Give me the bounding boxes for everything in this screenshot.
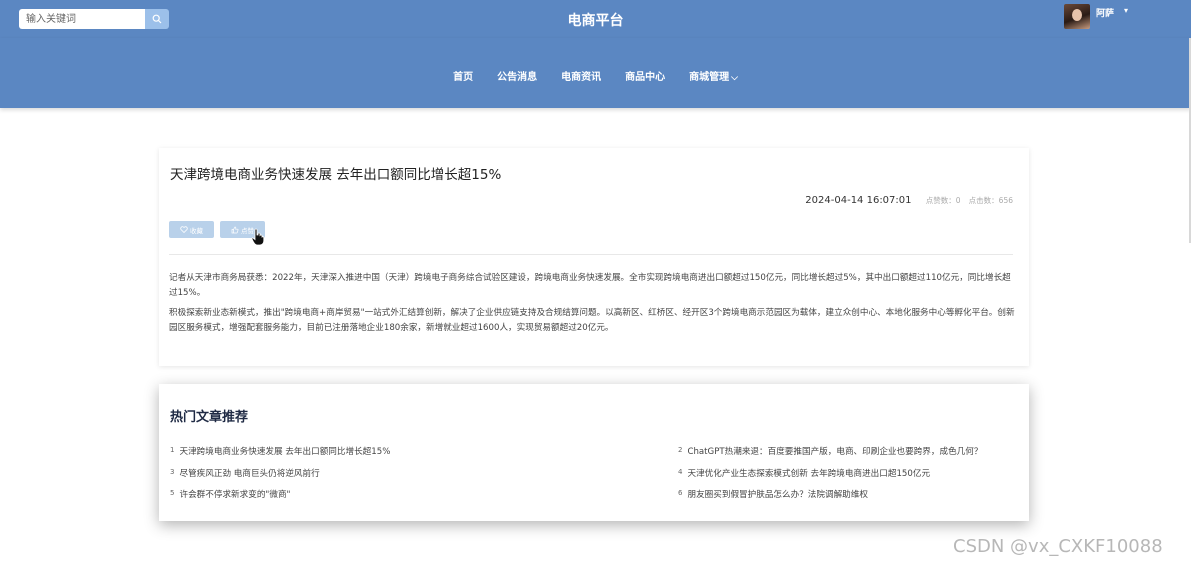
hot-article-text: 许会群不停求新求变的"微商" xyxy=(179,490,291,500)
article-paragraph: 积极探索新业态新模式，推出"跨境电商+商岸贸易"一站式外汇结算创新，解决了企业供… xyxy=(169,308,1015,333)
main-nav: 首页 公告消息 电商资讯 商品中心 商城管理 ⌵ xyxy=(0,38,1191,108)
hot-article-link[interactable]: 5 许会群不停求新求变的"微商" xyxy=(170,488,291,500)
hot-article-link[interactable]: 2 ChatGPT热潮来退：百度要推国产版，电商、印刷企业也要跨界，成色几何？ xyxy=(678,445,982,457)
divider xyxy=(169,254,1013,255)
user-name[interactable]: 阿萨 xyxy=(1096,6,1114,19)
article-title: 天津跨境电商业务快速发展 去年出口额同比增长超15% xyxy=(170,167,502,183)
hot-article-link[interactable]: 6 朋友圈买到假冒护肤品怎么办？法院调解助维权 xyxy=(678,488,868,500)
clicks-count: 点击数：656 xyxy=(968,196,1013,205)
nav-item-mall-admin[interactable]: 商城管理 ⌵ xyxy=(689,68,738,83)
list-number: 6 xyxy=(678,489,683,497)
article-meta: 2024-04-14 16:07:01 点赞数：0 点击数：656 xyxy=(805,195,1013,206)
thumbs-up-icon xyxy=(231,226,239,233)
hot-article-link[interactable]: 1 天津跨境电商业务快速发展 去年出口额同比增长超15% xyxy=(170,445,390,457)
nav-item-announcements[interactable]: 公告消息 xyxy=(497,68,537,83)
watermark: CSDN @vx_CXKF10088 xyxy=(953,536,1163,557)
hot-article-text: 朋友圈买到假冒护肤品怎么办？法院调解助维权 xyxy=(687,490,868,500)
article-body: 记者从天津市商务局获悉：2022年，天津深入推进中国（天津）跨境电子商务综合试验… xyxy=(169,271,1019,341)
likes-count: 点赞数：0 xyxy=(925,196,961,205)
hot-article-text: 天津优化产业生态探索模式创新 去年跨境电商进出口超150亿元 xyxy=(687,469,931,479)
hand-pointer-icon xyxy=(251,228,265,246)
list-number: 4 xyxy=(678,468,683,476)
article-paragraph: 记者从天津市商务局获悉：2022年，天津深入推进中国（天津）跨境电子商务综合试验… xyxy=(169,273,1011,298)
hot-article-text: 尽管疾风正劲 电商巨头仍将逆风前行 xyxy=(179,469,320,479)
chevron-down-icon: ⌵ xyxy=(731,73,738,83)
hot-article-text: 天津跨境电商业务快速发展 去年出口额同比增长超15% xyxy=(179,447,391,457)
avatar[interactable] xyxy=(1064,4,1090,29)
nav-item-products[interactable]: 商品中心 xyxy=(625,68,665,83)
nav-item-label: 商城管理 xyxy=(689,72,730,83)
favorite-label: 收藏 xyxy=(190,226,203,235)
hot-article-link[interactable]: 4 天津优化产业生态探索模式创新 去年跨境电商进出口超150亿元 xyxy=(678,467,930,479)
nav-item-news[interactable]: 电商资讯 xyxy=(561,68,601,83)
article-date: 2024-04-14 16:07:01 xyxy=(805,195,912,206)
article-card: 天津跨境电商业务快速发展 去年出口额同比增长超15% 2024-04-14 16… xyxy=(159,148,1029,366)
nav-item-home[interactable]: 首页 xyxy=(453,68,473,83)
caret-down-icon[interactable]: ▾ xyxy=(1124,6,1128,15)
list-number: 2 xyxy=(678,446,683,454)
hot-article-link[interactable]: 3 尽管疾风正劲 电商巨头仍将逆风前行 xyxy=(170,467,320,479)
heart-icon xyxy=(180,226,188,233)
hot-article-text: ChatGPT热潮来退：百度要推国产版，电商、印刷企业也要跨界，成色几何？ xyxy=(687,447,983,457)
favorite-button[interactable]: 收藏 xyxy=(169,221,214,238)
site-title: 电商平台 xyxy=(567,13,624,29)
top-header: 电商平台 阿萨 ▾ xyxy=(0,0,1191,38)
list-number: 3 xyxy=(170,468,175,476)
list-number: 5 xyxy=(170,489,175,497)
list-number: 1 xyxy=(170,446,175,454)
hot-articles-card: 热门文章推荐 1 天津跨境电商业务快速发展 去年出口额同比增长超15% 2 Chat… xyxy=(159,384,1029,521)
hot-articles-title: 热门文章推荐 xyxy=(170,410,249,425)
